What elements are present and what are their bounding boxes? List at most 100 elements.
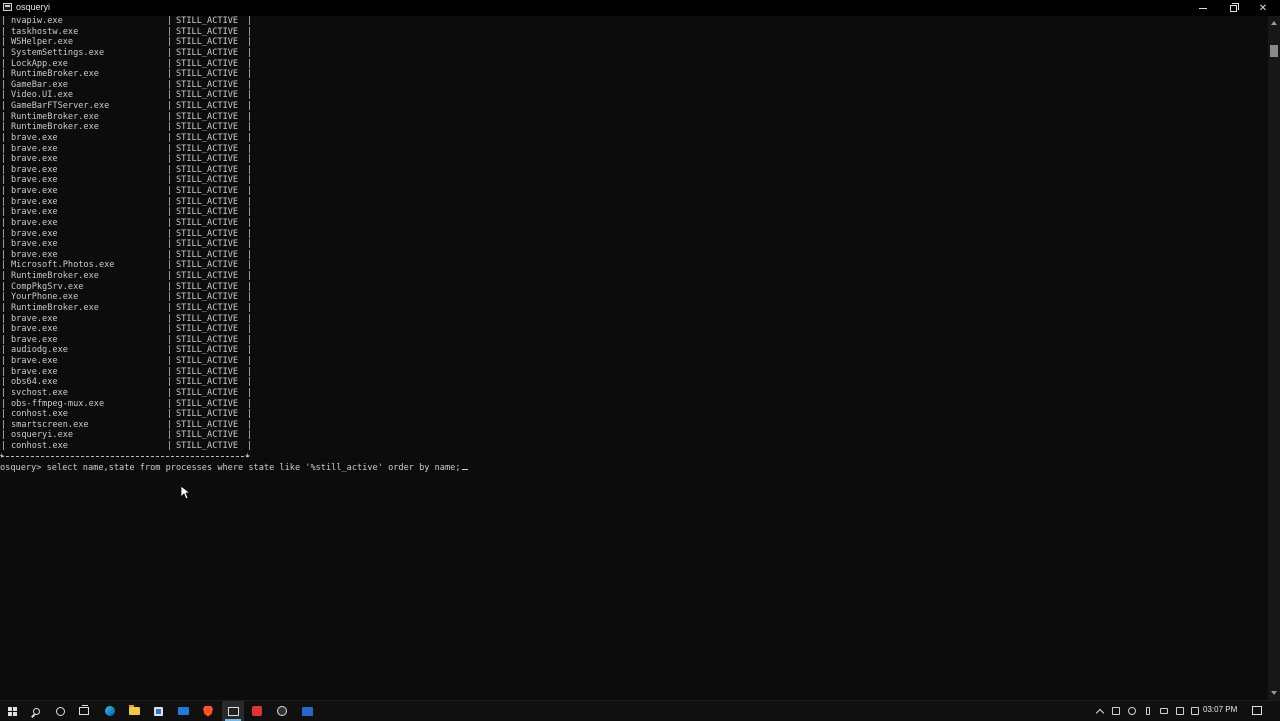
column-separator: | (1, 26, 7, 37)
obs-icon[interactable] (271, 701, 293, 721)
network-icon[interactable] (1175, 701, 1185, 721)
column-separator: | (247, 366, 253, 377)
process-name-cell: CompPkgSrv.exe (11, 281, 84, 292)
column-separator: | (1, 324, 7, 335)
process-name-cell: RuntimeBroker.exe (11, 69, 99, 80)
column-separator: | (167, 409, 173, 420)
process-state-cell: STILL_ACTIVE (176, 16, 239, 26)
windows-start-icon[interactable] (1, 701, 23, 721)
process-state-cell: STILL_ACTIVE (176, 175, 239, 186)
column-separator: | (247, 430, 253, 441)
column-separator: | (167, 69, 173, 80)
column-separator: | (167, 37, 173, 48)
process-name-cell: obs64.exe (11, 377, 58, 388)
process-state-cell: STILL_ACTIVE (176, 122, 239, 133)
scroll-down-icon[interactable] (1271, 691, 1277, 695)
column-separator: | (167, 16, 173, 26)
column-separator: | (167, 281, 173, 292)
meet-now-icon[interactable] (1111, 701, 1121, 721)
column-separator: | (247, 143, 253, 154)
column-separator: | (1, 143, 7, 154)
column-separator: | (247, 345, 253, 356)
process-state-cell: STILL_ACTIVE (176, 249, 239, 260)
volume-icon[interactable] (1190, 701, 1200, 721)
terminal-icon[interactable] (222, 701, 244, 721)
process-name-cell: brave.exe (11, 164, 58, 175)
column-separator: | (167, 175, 173, 186)
close-button[interactable]: ✕ (1248, 0, 1278, 16)
red-app-icon[interactable] (246, 701, 268, 721)
search-icon[interactable] (25, 701, 47, 721)
cloud-icon[interactable] (1127, 701, 1137, 721)
vertical-scrollbar[interactable] (1268, 16, 1280, 700)
process-state-cell: STILL_ACTIVE (176, 154, 239, 165)
column-separator: | (1, 196, 7, 207)
column-separator: | (167, 228, 173, 239)
process-state-cell: STILL_ACTIVE (176, 79, 239, 90)
column-separator: | (247, 122, 253, 133)
column-separator: | (1, 101, 7, 111)
process-name-cell: svchost.exe (11, 387, 68, 398)
column-separator: | (247, 186, 253, 196)
process-name-cell: brave.exe (11, 239, 58, 250)
column-separator: | (247, 79, 253, 90)
process-state-cell: STILL_ACTIVE (176, 207, 239, 218)
scroll-thumb[interactable] (1270, 45, 1278, 57)
edge-icon[interactable] (99, 701, 121, 721)
process-state-cell: STILL_ACTIVE (176, 164, 239, 175)
command-line[interactable]: osquery> select name,state from processe… (0, 463, 468, 473)
column-separator: | (167, 132, 173, 143)
process-name-cell: brave.exe (11, 228, 58, 239)
scroll-up-icon[interactable] (1271, 21, 1277, 25)
column-separator: | (1, 292, 7, 303)
store-icon[interactable] (147, 701, 169, 721)
column-separator: | (247, 228, 253, 239)
task-view-icon[interactable] (73, 701, 95, 721)
command-text: select name,state from processes where s… (46, 463, 461, 473)
cortana-icon[interactable] (49, 701, 71, 721)
column-separator: | (1, 111, 7, 122)
taskbar-clock[interactable]: 03:07 PM (1203, 705, 1237, 714)
battery-icon[interactable] (1159, 701, 1169, 721)
column-separator: | (1, 69, 7, 80)
process-state-cell: STILL_ACTIVE (176, 132, 239, 143)
console-output[interactable]: | nvapiw.exe | STILL_ACTIVE | | taskhostw.exe |… (0, 16, 1268, 700)
column-separator: | (1, 281, 7, 292)
process-name-cell: conhost.exe (11, 409, 68, 420)
process-name-cell: LockApp.exe (11, 58, 68, 69)
process-state-cell: STILL_ACTIVE (176, 387, 239, 398)
process-state-cell: STILL_ACTIVE (176, 292, 239, 303)
action-center-icon[interactable] (1252, 706, 1262, 715)
column-separator: | (247, 69, 253, 80)
column-separator: | (1, 366, 7, 377)
mail-icon[interactable] (172, 701, 194, 721)
microphone-icon[interactable] (1143, 701, 1153, 721)
maximize-button[interactable] (1218, 0, 1248, 16)
column-separator: | (1, 239, 7, 250)
column-separator: | (1, 228, 7, 239)
process-state-cell: STILL_ACTIVE (176, 324, 239, 335)
column-separator: | (247, 37, 253, 48)
column-separator: | (247, 260, 253, 271)
process-state-cell: STILL_ACTIVE (176, 196, 239, 207)
process-state-cell: STILL_ACTIVE (176, 430, 239, 441)
column-separator: | (247, 47, 253, 58)
process-state-cell: STILL_ACTIVE (176, 313, 239, 324)
column-separator: | (247, 132, 253, 143)
process-name-cell: brave.exe (11, 366, 58, 377)
column-separator: | (167, 90, 173, 101)
show-hidden-icons-chevron-icon[interactable] (1095, 701, 1105, 721)
minimize-button[interactable] (1188, 0, 1218, 16)
column-separator: | (167, 58, 173, 69)
powershell-icon[interactable] (296, 701, 318, 721)
process-name-cell: audiodg.exe (11, 345, 68, 356)
brave-icon[interactable] (197, 701, 219, 721)
column-separator: | (1, 249, 7, 260)
column-separator: | (1, 313, 7, 324)
column-separator: | (167, 398, 173, 409)
column-separator: | (1, 271, 7, 281)
file-explorer-icon[interactable] (123, 701, 145, 721)
column-separator: | (1, 186, 7, 196)
process-state-cell: STILL_ACTIVE (176, 69, 239, 80)
column-separator: | (167, 207, 173, 218)
